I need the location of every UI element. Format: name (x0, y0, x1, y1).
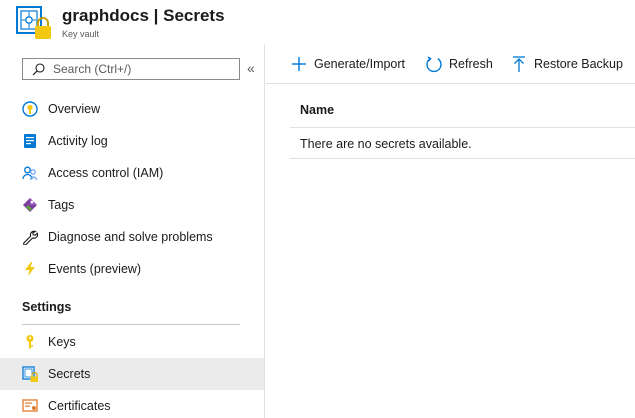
table-header: Name (290, 98, 635, 128)
menu-item-label: Keys (48, 335, 76, 349)
menu-item-tags[interactable]: Tags (0, 189, 264, 221)
menu-item-label: Access control (IAM) (48, 166, 164, 180)
wrench-icon (23, 230, 38, 245)
key-vault-icon (16, 6, 51, 39)
search-input[interactable] (53, 61, 233, 77)
tags-icon (23, 198, 37, 212)
menu-item-secrets[interactable]: Secrets (0, 358, 264, 390)
access-control-icon (22, 166, 38, 181)
menu-item-label: Secrets (48, 367, 91, 381)
menu-item-access-control[interactable]: Access control (IAM) (0, 157, 264, 189)
empty-state-message: There are no secrets available. (300, 137, 472, 151)
restore-backup-label: Restore Backup (534, 57, 623, 71)
section-divider (22, 324, 240, 325)
collapse-menu-button[interactable]: « (247, 60, 261, 76)
menu-item-label: Tags (48, 198, 75, 212)
generate-import-label: Generate/Import (314, 57, 406, 71)
overview-icon (22, 101, 38, 117)
menu-item-certificates[interactable]: Certificates (0, 390, 264, 418)
menu-item-diagnose[interactable]: Diagnose and solve problems (0, 221, 264, 253)
empty-state-row: There are no secrets available. (290, 129, 635, 159)
certificates-icon (22, 399, 38, 412)
upload-arrow-icon (513, 56, 525, 72)
menu-item-activity-log[interactable]: Activity log (0, 125, 264, 157)
restore-backup-button[interactable]: Restore Backup (510, 54, 632, 74)
menu-item-events[interactable]: Events (preview) (0, 253, 264, 285)
page-title: graphdocs | Secrets (62, 6, 225, 25)
refresh-icon (426, 56, 442, 73)
lightning-icon (25, 262, 35, 276)
column-header-name[interactable]: Name (300, 103, 334, 117)
secrets-icon (22, 366, 38, 382)
command-bar: Generate/Import Refresh Restore Backup (266, 44, 635, 84)
blade-header: graphdocs | Secrets Key vault (0, 0, 635, 44)
menu-item-label: Overview (48, 102, 101, 116)
key-icon (26, 335, 34, 349)
generate-import-button[interactable]: Generate/Import (290, 54, 410, 74)
menu-item-keys[interactable]: Keys (0, 326, 264, 358)
refresh-button[interactable]: Refresh (425, 54, 497, 74)
menu-item-overview[interactable]: Overview (0, 93, 264, 125)
menu-item-label: Activity log (48, 134, 108, 148)
activity-log-icon (24, 134, 36, 148)
page-subtitle: Key vault (62, 29, 100, 39)
refresh-label: Refresh (449, 57, 493, 71)
resource-menu: « Overview Activity log Access control (… (0, 44, 265, 418)
menu-item-label: Diagnose and solve problems (48, 230, 213, 244)
search-box[interactable] (22, 58, 240, 80)
search-icon (32, 63, 45, 76)
menu-item-label: Certificates (48, 399, 111, 413)
plus-icon (292, 57, 306, 71)
settings-section-label: Settings (22, 300, 72, 314)
menu-item-label: Events (preview) (48, 262, 142, 276)
